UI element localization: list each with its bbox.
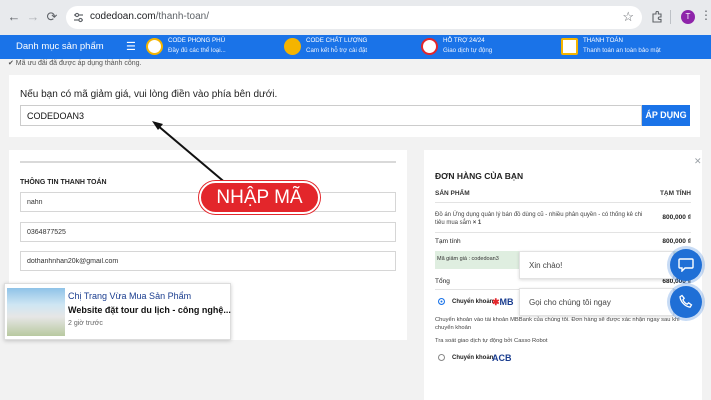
feature-title: CODE PHONG PHÚ xyxy=(168,37,226,44)
coupon-panel: Nếu bạn có mã giảm giá, vui lòng điền và… xyxy=(9,75,700,137)
back-icon[interactable]: ← xyxy=(6,9,22,25)
order-title: ĐƠN HÀNG CỦA BẠN xyxy=(435,171,524,181)
address-bar[interactable]: codedoan.com/thanh-toan/ ☆ xyxy=(66,6,642,29)
feature-subtitle: Đầy đủ các thể loại... xyxy=(168,47,226,54)
total-label: Tổng xyxy=(435,278,450,285)
product-price: 800,000 ₫ xyxy=(662,214,691,221)
payment-method-label[interactable]: Chuyển khoản xyxy=(452,299,493,305)
reload-icon[interactable]: ⟳ xyxy=(44,9,60,25)
url-text: codedoan.com/thanh-toan/ xyxy=(90,11,209,22)
list-menu-icon[interactable]: ☰ xyxy=(126,40,136,53)
apply-coupon-button[interactable]: ÁP DỤNG xyxy=(642,105,690,126)
medal-icon xyxy=(284,38,301,55)
menu-kebab-icon[interactable]: ⋮ xyxy=(700,8,711,22)
call-us-text: Gọi cho chúng tôi ngay xyxy=(529,298,611,307)
col-subtotal-header: TẠM TÍNH xyxy=(659,190,691,197)
email-field[interactable] xyxy=(20,251,396,271)
coupon-discount-label: Mã giảm giá : codedoan3 xyxy=(437,256,499,262)
bookmark-star-icon[interactable]: ☆ xyxy=(622,9,634,25)
profile-avatar[interactable]: T xyxy=(681,10,695,24)
coupon-success-notice: ✔ Mã ưu đãi đã được áp dụng thành công. xyxy=(8,60,142,67)
site-settings-icon[interactable] xyxy=(72,11,85,24)
url-domain: codedoan.com xyxy=(90,11,156,22)
payment-card-icon xyxy=(561,38,578,55)
toolbar-divider xyxy=(670,10,671,24)
chat-bubble-icon xyxy=(678,258,694,272)
category-menu-label[interactable]: Danh mục sản phẩm xyxy=(16,41,104,52)
badge-icon xyxy=(146,38,163,55)
call-button[interactable] xyxy=(670,286,702,318)
coupon-code-input[interactable] xyxy=(20,105,642,126)
url-path: /thanh-toan/ xyxy=(155,11,209,22)
chat-greeting-bubble[interactable]: Xin chào! xyxy=(519,251,674,279)
phone-field[interactable] xyxy=(20,222,396,242)
divider xyxy=(435,202,691,203)
chat-greeting-text: Xin chào! xyxy=(529,261,563,270)
feature-title: HỖ TRỢ 24/24 xyxy=(443,37,485,44)
feature-title: CODE CHẤT LƯỢNG xyxy=(306,37,368,44)
site-header: Danh mục sản phẩm ☰ CODE PHONG PHÚ Đầy đ… xyxy=(0,35,711,59)
product-qty: × 1 xyxy=(472,220,482,226)
payment-radio-mbbank[interactable] xyxy=(438,298,445,305)
billing-title: THÔNG TIN THANH TOÁN xyxy=(20,179,107,186)
acb-logo: ACB xyxy=(492,353,512,363)
transfer-note: Chuyển khoản vào tài khoản MBBank của ch… xyxy=(435,317,680,331)
payment-radio-acb[interactable] xyxy=(438,354,445,361)
subtotal-value: 800,000 ₫ xyxy=(662,238,691,245)
collapse-icon[interactable]: ✕ xyxy=(694,156,702,167)
browser-toolbar: ← → ⟳ codedoan.com/thanh-toan/ ☆ T ⋮ xyxy=(0,0,711,35)
feature-subtitle: Thanh toán an toàn bảo mật xyxy=(583,47,661,54)
buyer-name: Chị Trang Vừa Mua Sản Phẩm xyxy=(68,291,192,301)
product-name: Đồ án Ứng dụng quản lý bán đồ dùng cũ - … xyxy=(435,212,643,226)
payment-method-label[interactable]: Chuyển khoản xyxy=(452,355,493,361)
feature-subtitle: Giao dịch tự động xyxy=(443,47,493,54)
recent-purchase-popup[interactable]: Chị Trang Vừa Mua Sản Phẩm Website đặt t… xyxy=(4,283,231,340)
annotation-badge: NHẬP MÃ xyxy=(199,181,320,214)
mbbank-star-icon: ✱ xyxy=(492,297,500,307)
divider xyxy=(20,161,396,163)
auto-check-note: Tra soát giao dịch tự động bởi Casso Rob… xyxy=(435,338,548,344)
mbbank-logo: ✱MB xyxy=(492,297,514,308)
mbbank-logo-text: MB xyxy=(499,297,514,307)
col-product-header: SẢN PHẨM xyxy=(435,190,470,197)
coupon-prompt: Nếu bạn có mã giảm giá, vui lòng điền và… xyxy=(20,89,278,100)
support-24-icon xyxy=(421,38,438,55)
extensions-icon[interactable] xyxy=(651,11,663,23)
order-product-name: Đồ án Ứng dụng quản lý bán đồ dùng cũ - … xyxy=(435,211,645,227)
purchase-time: 2 giờ trước xyxy=(68,320,103,327)
subtotal-label: Tạm tính xyxy=(435,238,461,245)
forward-icon[interactable]: → xyxy=(25,9,41,25)
feature-subtitle: Cam kết hỗ trợ cài đặt xyxy=(306,47,368,54)
phone-icon xyxy=(679,294,693,308)
purchased-product[interactable]: Website đặt tour du lịch - công nghệ... xyxy=(68,305,231,315)
call-us-bubble[interactable]: Gọi cho chúng tôi ngay xyxy=(519,288,674,316)
feature-title: THANH TOÁN xyxy=(583,37,623,44)
divider xyxy=(435,232,691,233)
chat-button[interactable] xyxy=(670,249,702,281)
product-thumbnail xyxy=(7,288,65,336)
